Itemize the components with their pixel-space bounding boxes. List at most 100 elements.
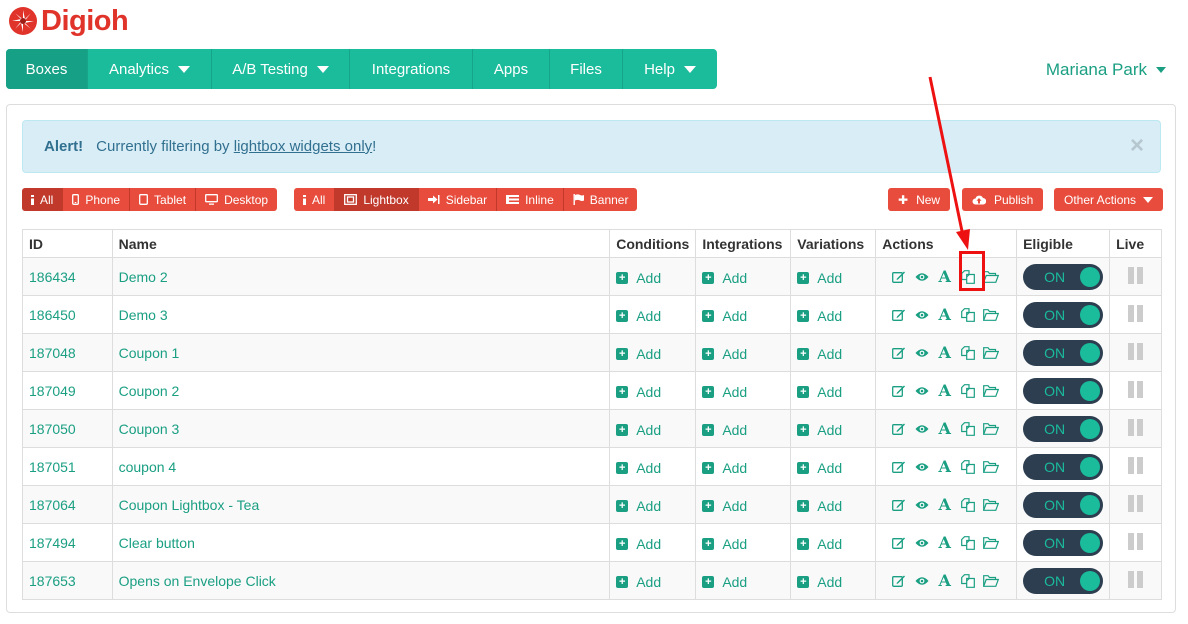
pause-icon[interactable] [1128, 570, 1144, 588]
digioh-logo[interactable]: Digioh [8, 4, 129, 38]
edit-icon[interactable] [887, 571, 910, 591]
add-variation-button[interactable]: + Add [797, 498, 842, 514]
add-integration-button[interactable]: + Add [702, 308, 747, 324]
font-icon[interactable]: A [933, 457, 956, 477]
box-name-link[interactable]: Opens on Envelope Click [119, 573, 276, 589]
device-all-button[interactable]: All [22, 188, 64, 211]
add-condition-button[interactable]: + Add [616, 574, 661, 590]
add-integration-button[interactable]: + Add [702, 498, 747, 514]
add-integration-button[interactable]: + Add [702, 536, 747, 552]
font-icon[interactable]: A [933, 305, 956, 325]
add-condition-button[interactable]: + Add [616, 498, 661, 514]
box-id-link[interactable]: 186434 [29, 269, 76, 285]
add-variation-button[interactable]: + Add [797, 270, 842, 286]
box-id-link[interactable]: 187051 [29, 459, 76, 475]
box-name-link[interactable]: Demo 2 [119, 269, 168, 285]
font-icon[interactable]: A [933, 495, 956, 515]
add-condition-button[interactable]: + Add [616, 308, 661, 324]
copy-icon[interactable] [956, 571, 979, 591]
box-name-link[interactable]: Coupon 2 [119, 383, 180, 399]
type-banner-button[interactable]: Banner [563, 188, 638, 211]
device-desktop-button[interactable]: Desktop [196, 188, 278, 211]
type-sidebar-button[interactable]: Sidebar [418, 188, 498, 211]
box-id-link[interactable]: 187064 [29, 497, 76, 513]
add-condition-button[interactable]: + Add [616, 384, 661, 400]
pause-icon[interactable] [1128, 532, 1144, 550]
copy-icon[interactable] [956, 533, 979, 553]
user-menu[interactable]: Mariana Park [1046, 60, 1166, 80]
copy-icon[interactable] [956, 381, 979, 401]
new-button[interactable]: ✚ New [888, 188, 951, 211]
add-variation-button[interactable]: + Add [797, 308, 842, 324]
eye-icon[interactable] [910, 343, 933, 363]
font-icon[interactable]: A [933, 381, 956, 401]
eye-icon[interactable] [910, 495, 933, 515]
font-icon[interactable]: A [933, 533, 956, 553]
col-id[interactable]: ID [22, 229, 113, 258]
eligible-toggle[interactable]: ON [1023, 301, 1104, 328]
box-name-link[interactable]: Coupon 1 [119, 345, 180, 361]
eye-icon[interactable] [910, 305, 933, 325]
pause-icon[interactable] [1128, 380, 1144, 398]
nav-apps[interactable]: Apps [473, 49, 550, 89]
edit-icon[interactable] [887, 381, 910, 401]
add-condition-button[interactable]: + Add [616, 422, 661, 438]
folder-open-icon[interactable] [979, 381, 1002, 401]
edit-icon[interactable] [887, 533, 910, 553]
folder-open-icon[interactable] [979, 495, 1002, 515]
box-id-link[interactable]: 187050 [29, 421, 76, 437]
add-integration-button[interactable]: + Add [702, 460, 747, 476]
type-lightbox-button[interactable]: Lightbox [335, 188, 419, 211]
font-icon[interactable]: A [933, 267, 956, 287]
add-integration-button[interactable]: + Add [702, 346, 747, 362]
box-name-link[interactable]: Clear button [119, 535, 195, 551]
eligible-toggle[interactable]: ON [1023, 567, 1104, 594]
nav-help[interactable]: Help [623, 49, 717, 89]
pause-icon[interactable] [1128, 342, 1144, 360]
add-integration-button[interactable]: + Add [702, 270, 747, 286]
edit-icon[interactable] [887, 267, 910, 287]
type-all-button[interactable]: All [294, 188, 336, 211]
close-icon[interactable]: × [1130, 134, 1144, 158]
add-variation-button[interactable]: + Add [797, 422, 842, 438]
folder-open-icon[interactable] [979, 533, 1002, 553]
folder-open-icon[interactable] [979, 419, 1002, 439]
box-id-link[interactable]: 186450 [29, 307, 76, 323]
nav-a-b-testing[interactable]: A/B Testing [212, 49, 350, 89]
nav-analytics[interactable]: Analytics [88, 49, 212, 89]
alert-link[interactable]: lightbox widgets only [234, 138, 372, 155]
eligible-toggle[interactable]: ON [1023, 339, 1104, 366]
edit-icon[interactable] [887, 419, 910, 439]
pause-icon[interactable] [1128, 266, 1144, 284]
add-condition-button[interactable]: + Add [616, 460, 661, 476]
add-condition-button[interactable]: + Add [616, 536, 661, 552]
folder-open-icon[interactable] [979, 457, 1002, 477]
pause-icon[interactable] [1128, 418, 1144, 436]
font-icon[interactable]: A [933, 343, 956, 363]
nav-boxes[interactable]: Boxes [6, 49, 88, 89]
add-integration-button[interactable]: + Add [702, 574, 747, 590]
folder-open-icon[interactable] [979, 305, 1002, 325]
add-variation-button[interactable]: + Add [797, 384, 842, 400]
box-id-link[interactable]: 187049 [29, 383, 76, 399]
nav-files[interactable]: Files [550, 49, 623, 89]
device-phone-button[interactable]: Phone [63, 188, 131, 211]
eligible-toggle[interactable]: ON [1023, 415, 1104, 442]
pause-icon[interactable] [1128, 494, 1144, 512]
eligible-toggle[interactable]: ON [1023, 453, 1104, 480]
copy-icon[interactable] [956, 495, 979, 515]
eye-icon[interactable] [910, 419, 933, 439]
folder-open-icon[interactable] [979, 343, 1002, 363]
box-name-link[interactable]: Demo 3 [119, 307, 168, 323]
eye-icon[interactable] [910, 381, 933, 401]
add-integration-button[interactable]: + Add [702, 422, 747, 438]
add-variation-button[interactable]: + Add [797, 460, 842, 476]
eye-icon[interactable] [910, 267, 933, 287]
font-icon[interactable]: A [933, 419, 956, 439]
copy-icon[interactable] [956, 305, 979, 325]
add-variation-button[interactable]: + Add [797, 536, 842, 552]
box-name-link[interactable]: Coupon 3 [119, 421, 180, 437]
add-condition-button[interactable]: + Add [616, 346, 661, 362]
add-variation-button[interactable]: + Add [797, 346, 842, 362]
folder-open-icon[interactable] [979, 571, 1002, 591]
